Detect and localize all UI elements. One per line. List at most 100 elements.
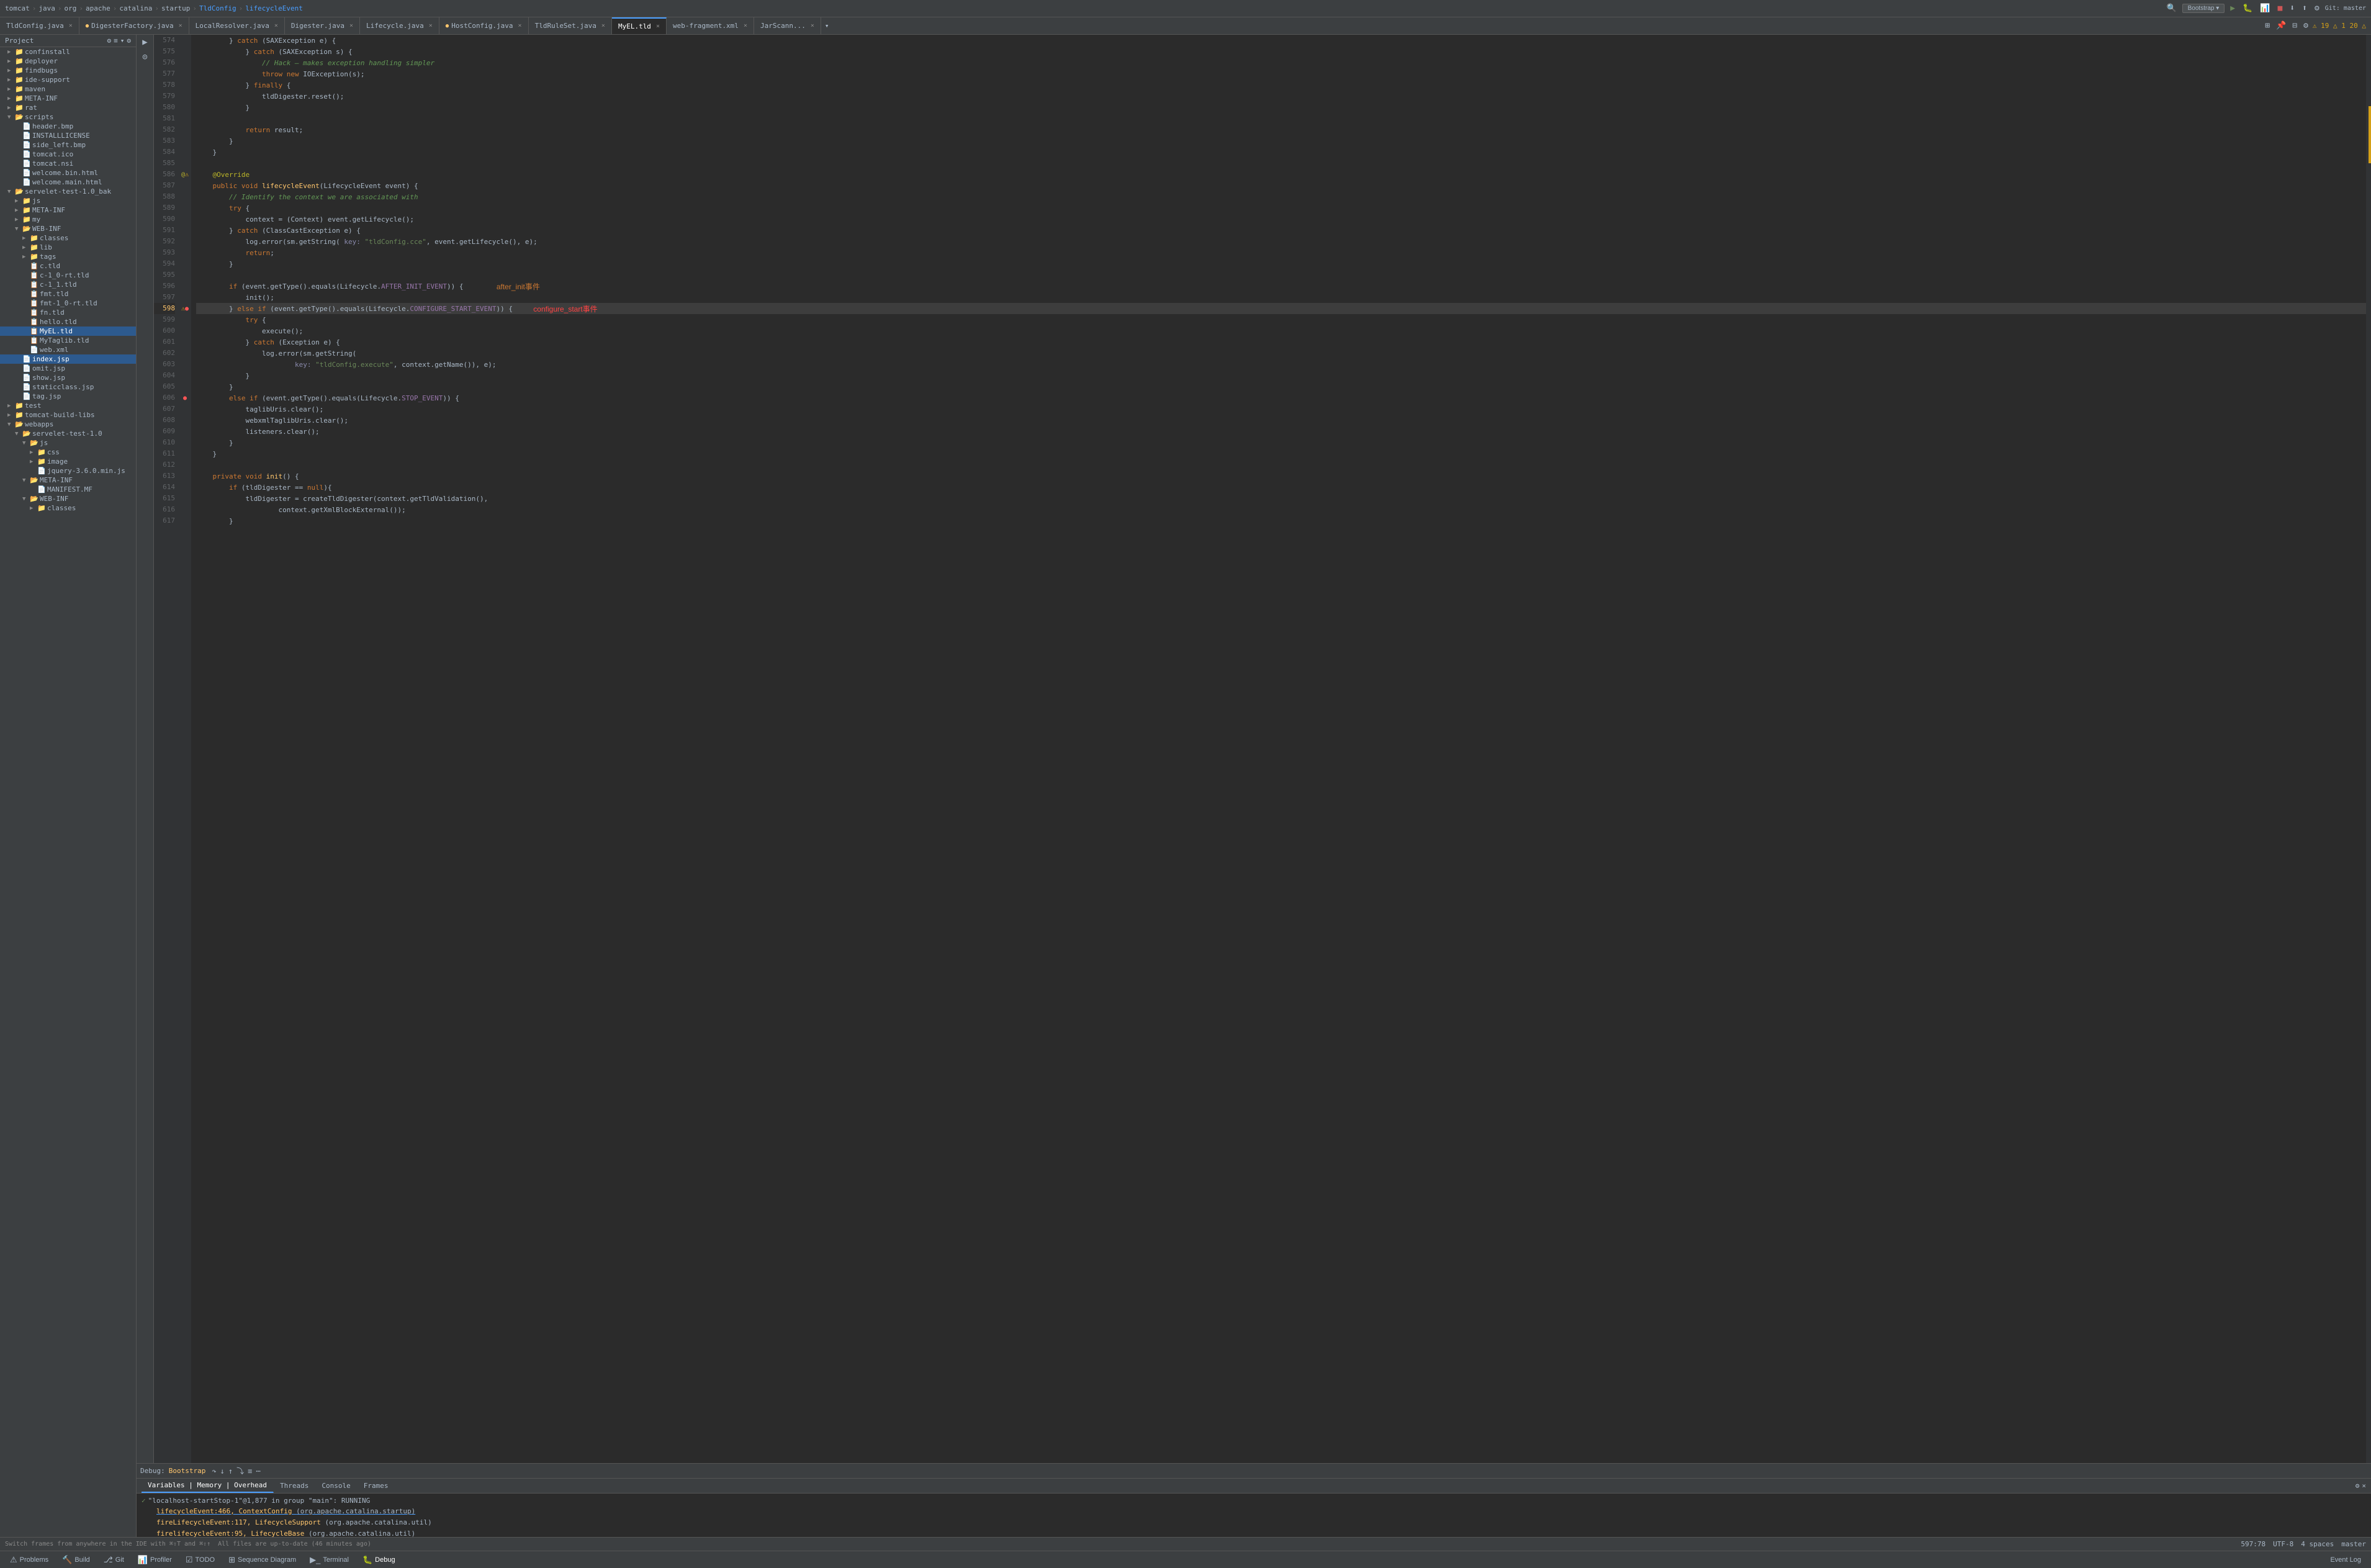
tab-tldruleset[interactable]: TldRuleSet.java ×	[529, 17, 612, 34]
stack-frame-1[interactable]: lifecycleEvent:466, ContextConfig (org.a…	[156, 1506, 2366, 1517]
stack-frame-2[interactable]: fireLifecycleEvent:117, LifecycleSupport…	[156, 1517, 2366, 1528]
split-icon[interactable]: ⊟	[2290, 21, 2299, 30]
sidebar-item-c-tld[interactable]: 📋 c.tld	[0, 261, 136, 271]
sidebar-item-tomcat-ico[interactable]: 📄 tomcat.ico	[0, 150, 136, 159]
sidebar-item-myel[interactable]: 📋 MyEL.tld	[0, 327, 136, 336]
sidebar-item-c10rt[interactable]: 📋 c-1_0-rt.tld	[0, 271, 136, 280]
sidebar-item-servelet-bak[interactable]: ▼ 📂 servelet-test-1.0_bak	[0, 187, 136, 196]
tab-lifecycle-close[interactable]: ×	[429, 22, 433, 29]
sidebar-item-js[interactable]: ▶ 📁 js	[0, 196, 136, 205]
sidebar-item-classes2[interactable]: ▶ 📁 classes	[0, 503, 136, 513]
tab-digester[interactable]: Digester.java ×	[285, 17, 360, 34]
sidebar-item-tags[interactable]: ▶ 📁 tags	[0, 252, 136, 261]
event-log-btn[interactable]: Event Log	[2325, 1555, 2366, 1565]
sidebar-item-tagjsp[interactable]: 📄 tag.jsp	[0, 392, 136, 401]
tab-jarscann-close[interactable]: ×	[811, 22, 814, 29]
bc-lifecycle[interactable]: lifecycleEvent	[245, 4, 303, 12]
sidebar-item-mytaglib[interactable]: 📋 MyTaglib.tld	[0, 336, 136, 345]
sidebar-item-installlicense[interactable]: 📄 INSTALLLICENSE	[0, 131, 136, 140]
gutter-586[interactable]: @⚠	[179, 169, 191, 180]
sidebar-item-fn[interactable]: 📋 fn.tld	[0, 308, 136, 317]
sidebar-item-rat[interactable]: ▶ 📁 rat	[0, 103, 136, 112]
sidebar-item-webxml[interactable]: 📄 web.xml	[0, 345, 136, 354]
tab-digesterfactory-close[interactable]: ×	[179, 22, 182, 29]
tab-localresolver[interactable]: LocalResolver.java ×	[189, 17, 285, 34]
more-icon[interactable]: ⚙	[2301, 21, 2310, 30]
sidebar-item-welcome-bin[interactable]: 📄 welcome.bin.html	[0, 168, 136, 178]
sidebar-item-welcome-main[interactable]: 📄 welcome.main.html	[0, 178, 136, 187]
sidebar-item-meta-inf3[interactable]: ▼ 📂 META-INF	[0, 475, 136, 485]
bc-tldconfig[interactable]: TldConfig	[199, 4, 236, 12]
breakpoint-598[interactable]: ●	[185, 305, 189, 312]
debug-btn[interactable]: 🐛 Debug	[358, 1554, 400, 1566]
stack-frame-3[interactable]: firelifecycleEvent:95, LifecycleBase (or…	[156, 1528, 2366, 1537]
tab-lifecycle[interactable]: Lifecycle.java ×	[360, 17, 439, 34]
sidebar-settings-icon[interactable]: ⚙	[107, 37, 112, 45]
bc-org[interactable]: org	[65, 4, 77, 12]
sequence-diagram-btn[interactable]: ⊞ Sequence Diagram	[223, 1554, 301, 1566]
debug-config-btn[interactable]: Bootstrap	[169, 1467, 206, 1475]
git-push-icon[interactable]: ⬆	[2300, 4, 2309, 13]
settings-icon[interactable]: ⚙	[2313, 4, 2321, 13]
git-btn[interactable]: ⎇ Git	[99, 1554, 129, 1566]
sidebar-item-classes[interactable]: ▶ 📁 classes	[0, 233, 136, 243]
tab-myel[interactable]: MyEL.tld ×	[612, 17, 667, 34]
sidebar-item-fmt[interactable]: 📋 fmt.tld	[0, 289, 136, 299]
sidebar-item-manifest[interactable]: 📄 MANIFEST.MF	[0, 485, 136, 494]
tab-hostconfig-close[interactable]: ×	[518, 22, 522, 29]
editor-scrollbar[interactable]	[2366, 35, 2371, 1463]
bc-catalina[interactable]: catalina	[119, 4, 152, 12]
debug-close-icon[interactable]: ×	[2362, 1482, 2366, 1490]
sidebar-item-fmt10rt[interactable]: 📋 fmt-1_0-rt.tld	[0, 299, 136, 308]
sidebar-item-tomcat-nsi[interactable]: 📄 tomcat.nsi	[0, 159, 136, 168]
sidebar-item-webapps[interactable]: ▼ 📂 webapps	[0, 420, 136, 429]
sidebar-collapse-icon[interactable]: ≡	[114, 37, 118, 45]
sidebar-item-image[interactable]: ▶ 📁 image	[0, 457, 136, 466]
tab-webfragment-close[interactable]: ×	[744, 22, 747, 29]
sidebar-more-icon[interactable]: ▾	[120, 37, 125, 45]
sidebar-item-servelet10[interactable]: ▼ 📂 servelet-test-1.0	[0, 429, 136, 438]
debug-breakpoints-icon[interactable]: ⊙	[142, 52, 147, 62]
tab-myel-close[interactable]: ×	[656, 23, 660, 30]
sidebar-item-webinf[interactable]: ▼ 📂 WEB-INF	[0, 224, 136, 233]
run-config-btn[interactable]: Bootstrap ▾	[2182, 4, 2225, 13]
sidebar-item-scripts[interactable]: ▼ 📂 scripts	[0, 112, 136, 122]
tab-jarscann[interactable]: JarScann... ×	[754, 17, 821, 34]
sidebar-item-lib[interactable]: ▶ 📁 lib	[0, 243, 136, 252]
debug-icon[interactable]: 🐛	[2241, 4, 2254, 13]
sidebar-item-staticclass[interactable]: 📄 staticclass.jsp	[0, 382, 136, 392]
sidebar-item-showjsp[interactable]: 📄 show.jsp	[0, 373, 136, 382]
debug-tab-variables[interactable]: Variables | Memory | Overhead	[142, 1479, 274, 1493]
sidebar-item-webinf2[interactable]: ▼ 📂 WEB-INF	[0, 494, 136, 503]
tab-digester-close[interactable]: ×	[349, 22, 353, 29]
pin-icon[interactable]: 📌	[2274, 21, 2288, 30]
bc-startup[interactable]: startup	[161, 4, 190, 12]
tab-tldconfig-close[interactable]: ×	[69, 22, 73, 29]
gutter-606[interactable]: ●	[179, 392, 191, 403]
code-col[interactable]: } catch (SAXException e) { } catch (SAXE…	[191, 35, 2366, 1463]
debug-evaluate[interactable]: ≡	[248, 1467, 252, 1476]
sidebar-item-tomcat-build-libs[interactable]: ▶ 📁 tomcat-build-libs	[0, 410, 136, 420]
breakpoint-606[interactable]: ●	[183, 395, 187, 402]
sidebar-item-confinstall[interactable]: ▶ 📁 confinstall	[0, 47, 136, 56]
run-icon[interactable]: ▶	[2228, 4, 2237, 13]
build-btn[interactable]: 🔨 Build	[57, 1554, 95, 1566]
problems-btn[interactable]: ⚠ Problems	[5, 1554, 53, 1566]
bc-apache[interactable]: apache	[86, 4, 110, 12]
profiler-btn[interactable]: 📊 Profiler	[133, 1554, 177, 1566]
sidebar-gear-icon[interactable]: ⚙	[127, 37, 131, 45]
sidebar-item-meta-inf2[interactable]: ▶ 📁 META-INF	[0, 205, 136, 215]
sidebar-item-jquery[interactable]: 📄 jquery-3.6.0.min.js	[0, 466, 136, 475]
sidebar-item-js2[interactable]: ▼ 📂 js	[0, 438, 136, 448]
bc-java[interactable]: java	[38, 4, 55, 12]
search-everywhere-icon[interactable]: 🔍	[2164, 4, 2178, 13]
tab-digesterfactory[interactable]: ● DigesterFactory.java ×	[79, 17, 189, 34]
debug-tab-frames[interactable]: Frames	[358, 1479, 395, 1493]
debug-step-into[interactable]: ↓	[220, 1467, 225, 1476]
tab-hostconfig[interactable]: ● HostConfig.java ×	[439, 17, 529, 34]
sidebar-item-c11[interactable]: 📋 c-1_1.tld	[0, 280, 136, 289]
sidebar-item-css[interactable]: ▶ 📁 css	[0, 448, 136, 457]
debug-step-out[interactable]: ↑	[228, 1467, 233, 1476]
sidebar-item-hello[interactable]: 📋 hello.tld	[0, 317, 136, 327]
coverage-icon[interactable]: 📊	[2258, 4, 2272, 13]
